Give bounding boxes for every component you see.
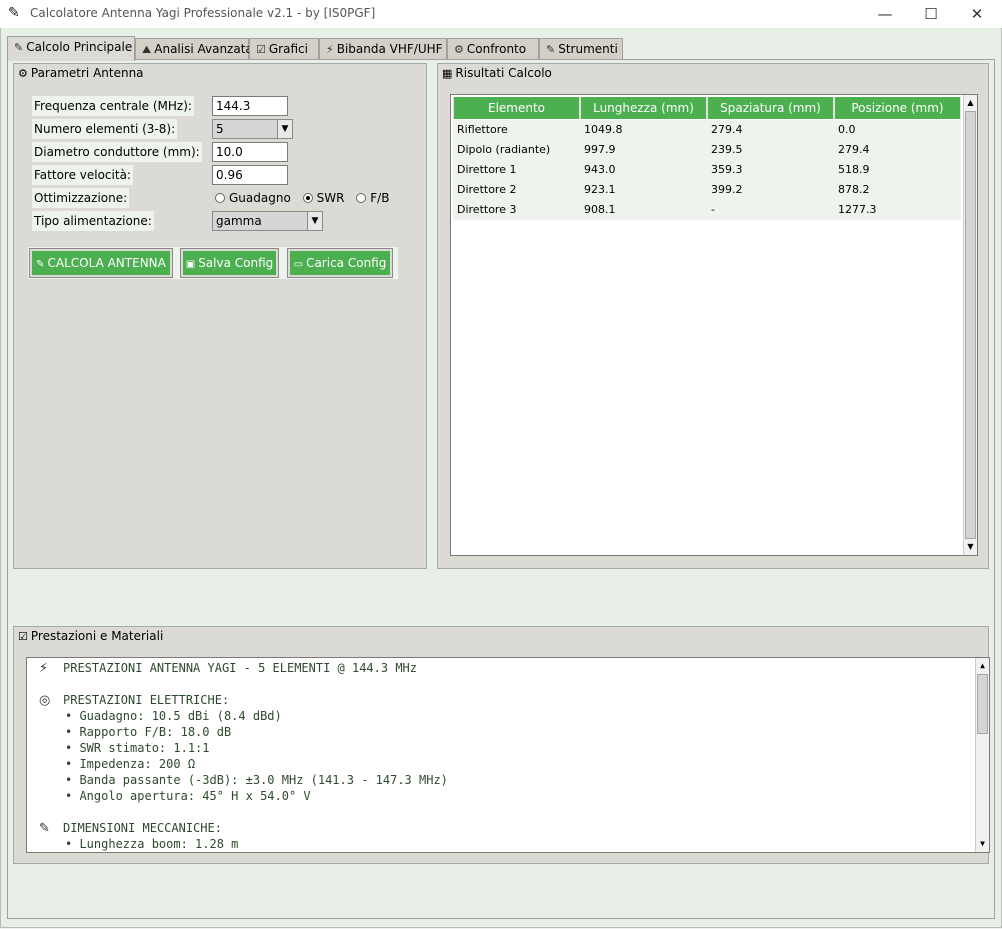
- feather-icon: ✎: [8, 5, 20, 21]
- tab-strumenti[interactable]: ✎ Strumenti: [539, 38, 623, 60]
- elements-combobox[interactable]: 5 ▼: [212, 119, 293, 139]
- mech-section-title: ✎ DIMENSIONI MECCANICHE:: [39, 821, 222, 836]
- folder-icon: ▭: [293, 259, 304, 270]
- params-frame: ⚙ Parametri Antenna Frequenza centrale (M…: [13, 63, 427, 569]
- results-scrollbar[interactable]: ▲ ▼: [963, 95, 977, 555]
- chart-icon: ⛰: [142, 43, 152, 56]
- column-header-posizione[interactable]: Posizione (mm): [834, 97, 961, 119]
- electric-item: • SWR stimato: 1.1:1: [65, 741, 210, 755]
- tab-calcolo-principale[interactable]: ✎ Calcolo Principale: [7, 36, 135, 61]
- satellite-icon: ⚡: [326, 43, 334, 56]
- scroll-up-icon[interactable]: ▲: [977, 660, 988, 672]
- save-icon: ▣: [185, 259, 196, 270]
- pencil-icon: ✎: [14, 41, 24, 54]
- gear-icon: ⚙: [18, 67, 28, 80]
- scrollbar-thumb[interactable]: [965, 111, 976, 539]
- velocity-label: Fattore velocità:: [32, 165, 133, 185]
- checkbox-icon: ☑: [18, 630, 28, 643]
- tab-confronto[interactable]: ⚙ Confronto: [447, 38, 539, 60]
- column-header-spaziatura[interactable]: Spaziatura (mm): [707, 97, 834, 119]
- chevron-down-icon[interactable]: ▼: [307, 212, 322, 230]
- radio-swr[interactable]: SWR: [302, 191, 344, 205]
- performance-scrollbar[interactable]: ▲ ▼: [975, 658, 989, 852]
- radio-selected-icon: [302, 192, 313, 203]
- electric-item: • Rapporto F/B: 18.0 dB: [65, 725, 232, 739]
- maximize-button[interactable]: ☐: [908, 3, 954, 25]
- performance-title: ☑ Prestazioni e Materiali: [18, 629, 164, 643]
- wrench-icon: ✎: [36, 259, 45, 270]
- feed-combobox[interactable]: gamma ▼: [212, 211, 323, 231]
- scroll-down-icon[interactable]: ▼: [965, 541, 976, 553]
- scroll-down-icon[interactable]: ▼: [977, 838, 988, 850]
- column-header-lunghezza[interactable]: Lunghezza (mm): [580, 97, 707, 119]
- scrollbar-thumb[interactable]: [977, 674, 988, 734]
- chevron-down-icon[interactable]: ▼: [277, 120, 292, 138]
- target-icon: ◎: [39, 693, 51, 708]
- tab-grafici[interactable]: ☑ Grafici: [249, 38, 319, 60]
- satellite-icon: ⚡: [39, 661, 49, 676]
- optimization-radio-group: Guadagno SWR F/B: [215, 188, 397, 208]
- tab-analisi-avanzata[interactable]: ⛰ Analisi Avanzata: [135, 38, 253, 60]
- radio-guadagno[interactable]: Guadagno: [215, 191, 291, 205]
- scroll-up-icon[interactable]: ▲: [965, 97, 976, 109]
- window-title: Calcolatore Antenna Yagi Professionale v…: [30, 6, 376, 20]
- results-title: ▦ Risultati Calcolo: [442, 66, 552, 80]
- electric-item: • Banda passante (-3dB): ±3.0 MHz (141.3…: [65, 773, 448, 787]
- table-row[interactable]: Riflettore 1049.8 279.4 0.0: [453, 120, 961, 140]
- wrench-icon: ✎: [546, 43, 556, 56]
- frequency-input[interactable]: 144.3: [212, 96, 288, 116]
- electric-item: • Angolo apertura: 45° H x 54.0° V: [65, 789, 311, 803]
- performance-frame: ☑ Prestazioni e Materiali ⚡ PRESTAZIONI AN…: [13, 626, 990, 864]
- column-header-elemento[interactable]: Elemento: [453, 97, 580, 119]
- results-table: Elemento Lunghezza (mm) Spaziatura (mm) …: [450, 94, 978, 556]
- bar-chart-icon: ▦: [442, 67, 453, 80]
- radio-circle-icon: [215, 192, 225, 203]
- calculate-button[interactable]: ✎ CALCOLA ANTENNA: [29, 248, 173, 278]
- diameter-input[interactable]: 10.0: [212, 142, 288, 162]
- minimize-button[interactable]: —: [862, 3, 908, 25]
- optimization-label: Ottimizzazione:: [32, 188, 130, 208]
- close-button[interactable]: ✕: [954, 3, 1000, 25]
- elements-label: Numero elementi (3-8):: [32, 119, 178, 139]
- table-row[interactable]: Direttore 3 908.1-1277.3: [453, 200, 961, 220]
- table-header: Elemento Lunghezza (mm) Spaziatura (mm) …: [453, 97, 961, 119]
- table-row[interactable]: Direttore 1 943.0 359.3 518.9: [453, 160, 961, 180]
- radio-fb[interactable]: F/B: [356, 191, 389, 205]
- balance-icon: ⚙: [454, 43, 464, 56]
- ruler-icon: ✎: [39, 821, 50, 836]
- electric-item: • Impedenza: 200 Ω: [65, 757, 196, 771]
- tab-pane: ⚙ Parametri Antenna Frequenza centrale (M…: [7, 59, 995, 919]
- table-row[interactable]: Direttore 2 923.1 399.2 878.2: [453, 180, 961, 200]
- feed-label: Tipo alimentazione:: [32, 211, 154, 231]
- electric-item: • Guadagno: 10.5 dBi (8.4 dBd): [65, 709, 282, 723]
- performance-text[interactable]: ⚡ PRESTAZIONI ANTENNA YAGI - 5 ELEMENTI @…: [26, 657, 990, 853]
- title-bar: ✎ Calcolatore Antenna Yagi Professionale…: [0, 0, 1002, 28]
- report-header: ⚡ PRESTAZIONI ANTENNA YAGI - 5 ELEMENTI @…: [39, 661, 418, 676]
- main-window: ✎ Calcolo Principale ⛰ Analisi Avanzata ☑ G…: [0, 28, 1002, 928]
- electric-section-title: ◎ PRESTAZIONI ELETTRICHE:: [39, 693, 230, 708]
- velocity-input[interactable]: 0.96: [212, 165, 288, 185]
- params-title: ⚙ Parametri Antenna: [18, 66, 144, 80]
- diameter-label: Diametro conduttore (mm):: [32, 142, 202, 162]
- frequency-label: Frequenza centrale (MHz):: [32, 96, 194, 116]
- radio-circle-icon: [356, 192, 367, 203]
- load-config-button[interactable]: ▭ Carica Config: [287, 248, 393, 278]
- action-buttons: ✎ CALCOLA ANTENNA ▣ Salva Config ▭ Carica C…: [28, 247, 398, 279]
- checkbox-icon: ☑: [256, 43, 266, 56]
- tab-bibanda[interactable]: ⚡ Bibanda VHF/UHF: [319, 38, 447, 60]
- mech-item: • Lunghezza boom: 1.28 m: [65, 837, 239, 851]
- save-config-button[interactable]: ▣ Salva Config: [180, 248, 279, 278]
- results-frame: ▦ Risultati Calcolo Elemento Lunghezza (m…: [437, 63, 989, 569]
- table-row[interactable]: Dipolo (radiante) 997.9 239.5 279.4: [453, 140, 961, 160]
